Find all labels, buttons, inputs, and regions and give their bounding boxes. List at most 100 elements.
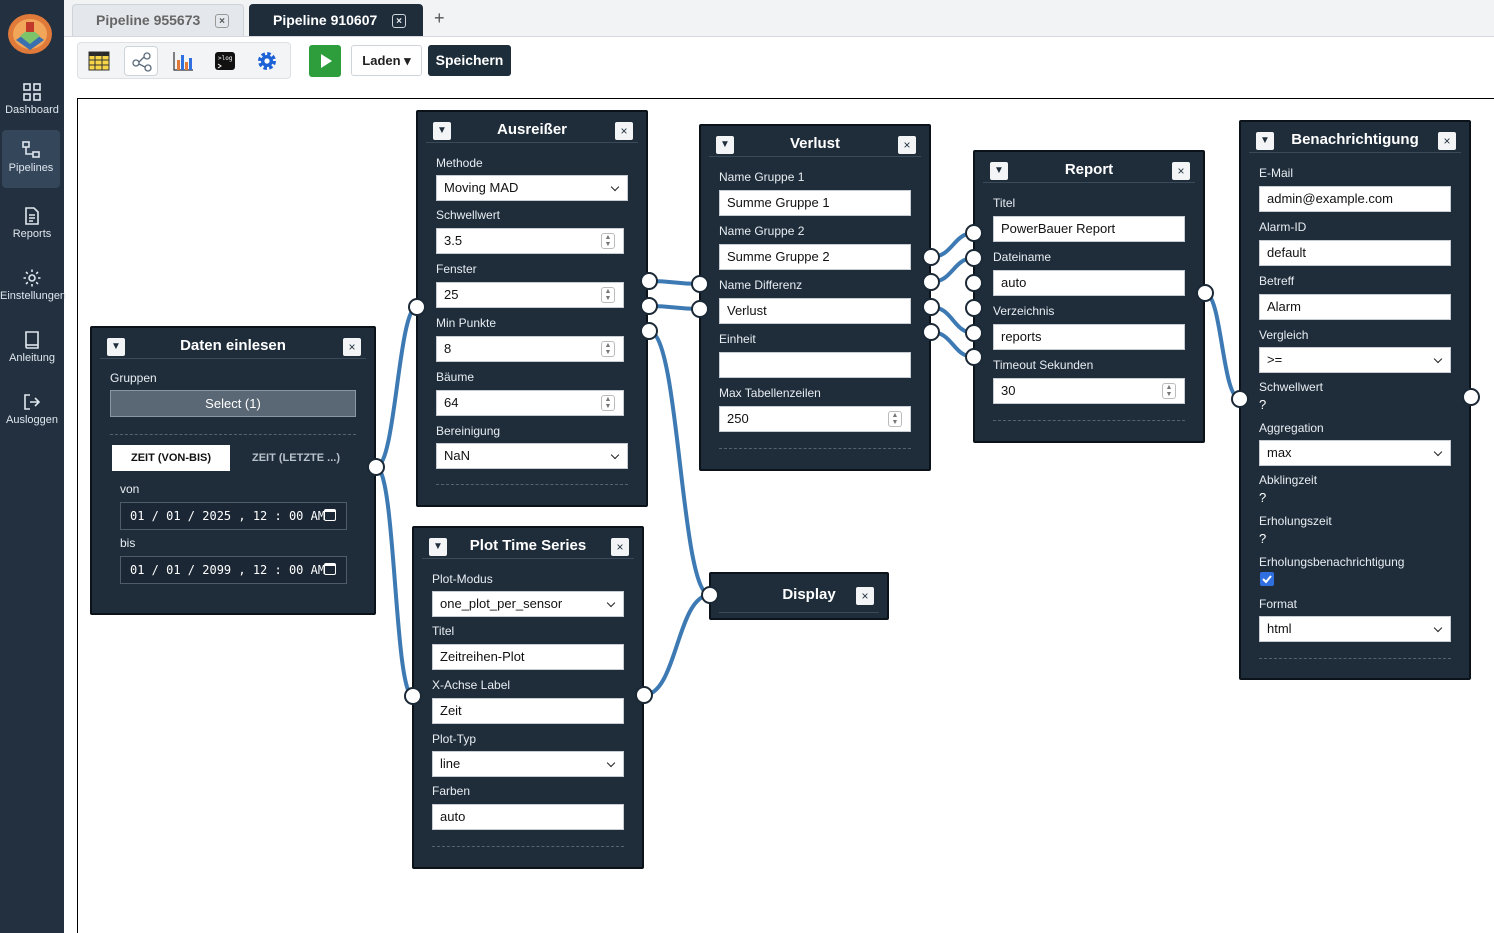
window-input[interactable]: 25 ▲ ▼ [436, 282, 624, 308]
port-ausreisser-out-2[interactable] [640, 297, 658, 315]
settings-view-button[interactable] [250, 46, 284, 76]
tab-pipeline-1[interactable]: Pipeline 955673 × [72, 4, 244, 36]
table-view-button[interactable] [82, 46, 116, 76]
node-daten-einlesen[interactable]: ▼ Daten einlesen × Gruppen Select (1) ZE… [90, 326, 376, 615]
node-ausreisser[interactable]: ▼ Ausreißer × Methode Moving MAD Schwell… [416, 110, 648, 507]
group1-input[interactable]: Summe Gruppe 1 [719, 190, 911, 216]
cooldown-value[interactable]: ? [1259, 490, 1266, 505]
tab-time-range[interactable]: ZEIT (VON-BIS) [112, 445, 230, 471]
colors-input[interactable]: auto [432, 804, 624, 830]
port-report-in-2[interactable] [965, 249, 983, 267]
method-select[interactable]: Moving MAD [436, 175, 628, 201]
subject-input[interactable]: Alarm [1259, 294, 1451, 320]
spinner-icon[interactable]: ▲ ▼ [1162, 383, 1176, 399]
close-icon[interactable]: × [615, 122, 633, 140]
load-dropdown-button[interactable]: Laden ▾ [351, 45, 422, 76]
port-daten-out[interactable] [367, 458, 385, 476]
run-button[interactable] [309, 45, 341, 77]
minpoints-input[interactable]: 8 ▲ ▼ [436, 336, 624, 362]
aggregation-select[interactable]: max [1259, 440, 1451, 466]
group2-input[interactable]: Summe Gruppe 2 [719, 244, 911, 270]
plot-mode-select[interactable]: one_plot_per_sensor [432, 591, 624, 617]
unit-input[interactable] [719, 352, 911, 378]
close-icon[interactable]: × [1172, 162, 1190, 180]
node-benachrichtigung[interactable]: ▼ Benachrichtigung × E-Mail admin@exampl… [1239, 120, 1471, 680]
recovery-value[interactable]: ? [1259, 531, 1266, 546]
trees-input[interactable]: 64 ▲ ▼ [436, 390, 624, 416]
port-verlust-in-2[interactable] [691, 300, 709, 318]
port-verlust-out-1[interactable] [922, 248, 940, 266]
tab-close-icon[interactable]: × [215, 14, 229, 28]
port-verlust-out-2[interactable] [922, 273, 940, 291]
port-report-in-4[interactable] [965, 299, 983, 317]
port-ausreisser-out-1[interactable] [640, 272, 658, 290]
port-report-in-3[interactable] [965, 274, 983, 292]
port-report-in-6[interactable] [965, 348, 983, 366]
cleanup-select[interactable]: NaN [436, 443, 628, 469]
alarm-id-input[interactable]: default [1259, 240, 1451, 266]
directory-input[interactable]: reports [993, 324, 1185, 350]
close-icon[interactable]: × [343, 338, 361, 356]
save-button[interactable]: Speichern [428, 45, 511, 76]
tab-close-icon[interactable]: × [392, 14, 406, 28]
nav-reports[interactable]: Reports [0, 196, 64, 254]
plot-type-select[interactable]: line [432, 751, 624, 777]
nav-manual[interactable]: Anleitung [0, 320, 64, 378]
calendar-icon[interactable] [324, 563, 336, 575]
tab-pipeline-2[interactable]: Pipeline 910607 × [249, 4, 423, 36]
tab-time-last[interactable]: ZEIT (LETZTE ...) [236, 445, 356, 471]
email-input[interactable]: admin@example.com [1259, 186, 1451, 212]
graph-view-button[interactable] [124, 46, 158, 76]
port-verlust-out-4[interactable] [922, 323, 940, 341]
recovery-notify-checkbox[interactable] [1260, 572, 1274, 586]
spinner-icon[interactable]: ▲ ▼ [601, 233, 615, 249]
port-plot-in[interactable] [404, 687, 422, 705]
compare-select[interactable]: >= [1259, 347, 1451, 373]
port-report-out[interactable] [1196, 284, 1214, 302]
port-plot-out[interactable] [635, 686, 653, 704]
port-display-in[interactable] [701, 586, 719, 604]
nav-logout[interactable]: Ausloggen [0, 382, 64, 440]
close-icon[interactable]: × [856, 587, 874, 605]
report-title-input[interactable]: PowerBauer Report [993, 216, 1185, 242]
filename-input[interactable]: auto [993, 270, 1185, 296]
node-display[interactable]: Display × [709, 572, 889, 620]
plot-title-input[interactable]: Zeitreihen-Plot [432, 644, 624, 670]
timeout-input[interactable]: 30 ▲ ▼ [993, 378, 1185, 404]
add-tab-button[interactable]: + [434, 8, 445, 29]
calendar-icon[interactable] [324, 509, 336, 521]
format-select[interactable]: html [1259, 616, 1451, 642]
spinner-icon[interactable]: ▲ ▼ [601, 287, 615, 303]
notify-threshold-value[interactable]: ? [1259, 397, 1266, 412]
nav-dashboard[interactable]: Dashboard [0, 72, 64, 130]
chart-view-button[interactable] [166, 46, 200, 76]
close-icon[interactable]: × [611, 538, 629, 556]
groups-select-button[interactable]: Select (1) [110, 390, 356, 417]
threshold-input[interactable]: 3.5 ▲ ▼ [436, 228, 624, 254]
node-verlust[interactable]: ▼ Verlust × Name Gruppe 1 Summe Gruppe 1… [699, 124, 931, 471]
port-notify-in[interactable] [1231, 390, 1249, 408]
spinner-icon[interactable]: ▲ ▼ [601, 341, 615, 357]
port-verlust-out-3[interactable] [922, 298, 940, 316]
app-logo[interactable] [6, 10, 56, 56]
close-icon[interactable]: × [898, 136, 916, 154]
from-datetime-input[interactable]: 01 / 01 / 2025 , 12 : 00 AM [120, 502, 347, 530]
to-datetime-input[interactable]: 01 / 01 / 2099 , 12 : 00 AM [120, 556, 347, 584]
node-report[interactable]: ▼ Report × Titel PowerBauer Report Datei… [973, 150, 1205, 443]
maxrows-input[interactable]: 250 ▲ ▼ [719, 406, 911, 432]
spinner-icon[interactable]: ▲ ▼ [601, 395, 615, 411]
xaxis-input[interactable]: Zeit [432, 698, 624, 724]
log-view-button[interactable]: >log [208, 46, 242, 76]
close-icon[interactable]: × [1438, 132, 1456, 150]
port-ausreisser-in[interactable] [408, 298, 426, 316]
node-plot-time-series[interactable]: ▼ Plot Time Series × Plot-Modus one_plot… [412, 526, 644, 869]
port-report-in-1[interactable] [965, 224, 983, 242]
spinner-icon[interactable]: ▲ ▼ [888, 411, 902, 427]
port-notify-out[interactable] [1462, 388, 1480, 406]
nav-pipelines[interactable]: Pipelines [2, 130, 60, 188]
diff-input[interactable]: Verlust [719, 298, 911, 324]
port-verlust-in-1[interactable] [691, 275, 709, 293]
nav-settings[interactable]: Einstellungen [0, 258, 66, 316]
port-ausreisser-out-3[interactable] [640, 322, 658, 340]
port-report-in-5[interactable] [965, 324, 983, 342]
